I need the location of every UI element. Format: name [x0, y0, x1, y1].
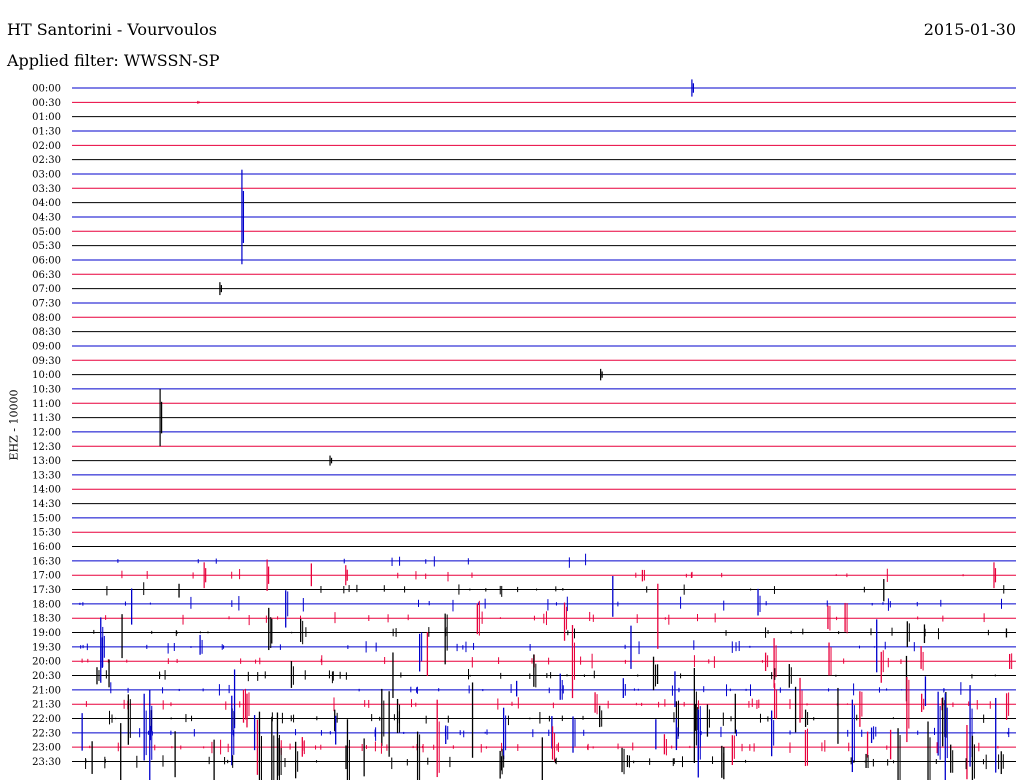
row-time-label: 04:30 [32, 212, 61, 223]
row-time-label: 13:30 [32, 470, 61, 481]
row-time-label: 14:00 [32, 485, 61, 496]
row-time-label: 21:30 [32, 700, 61, 711]
row-time-label: 23:00 [32, 743, 61, 754]
row-time-label: 10:00 [32, 370, 61, 381]
row-time-label: 06:30 [32, 270, 61, 281]
row-time-label: 00:30 [32, 98, 61, 109]
row-time-label: 22:30 [32, 728, 61, 739]
row-time-label: 18:30 [32, 614, 61, 625]
row-time-label: 12:00 [32, 427, 61, 438]
row-time-label: 14:30 [32, 499, 61, 510]
row-time-label: 20:00 [32, 657, 61, 668]
row-time-label: 19:00 [32, 628, 61, 639]
row-time-label: 13:00 [32, 456, 61, 467]
row-time-label: 05:00 [32, 227, 61, 238]
row-time-label: 07:00 [32, 284, 61, 295]
row-time-label: 05:30 [32, 241, 61, 252]
row-time-label: 16:30 [32, 556, 61, 567]
row-time-label: 08:00 [32, 313, 61, 324]
row-time-label: 03:00 [32, 169, 61, 180]
row-time-label: 11:30 [32, 413, 61, 424]
record-date: 2015-01-30 [923, 20, 1016, 39]
row-time-label: 11:00 [32, 399, 61, 410]
row-time-label: 17:00 [32, 571, 61, 582]
y-axis-label: EHZ - 10000 [7, 389, 21, 461]
row-time-label: 15:00 [32, 513, 61, 524]
seismogram-plot: 00:00 00:30 01:00 01:30 02:00 02:30 03:00 03:30… [32, 79, 1016, 780]
row-time-label: 23:30 [32, 757, 61, 768]
row-time-label: 12:30 [32, 442, 61, 453]
row-time-label: 10:30 [32, 384, 61, 395]
row-time-label: 03:30 [32, 184, 61, 195]
row-time-label: 06:00 [32, 255, 61, 266]
station-title: HT Santorini - Vourvoulos [7, 20, 217, 39]
row-time-label: 07:30 [32, 298, 61, 309]
applied-filter-label: Applied filter: WWSSN-SP [7, 51, 220, 70]
row-time-label: 22:00 [32, 714, 61, 725]
row-time-label: 01:00 [32, 112, 61, 123]
row-time-label: 20:30 [32, 671, 61, 682]
row-time-label: 16:00 [32, 542, 61, 553]
row-time-label: 02:30 [32, 155, 61, 166]
row-time-label: 08:30 [32, 327, 61, 338]
row-time-label: 09:30 [32, 356, 61, 367]
row-time-label: 09:00 [32, 341, 61, 352]
row-time-label: 18:00 [32, 599, 61, 610]
row-time-label: 04:00 [32, 198, 61, 209]
row-time-label: 15:30 [32, 528, 61, 539]
row-time-label: 01:30 [32, 126, 61, 137]
row-time-label: 00:00 [32, 84, 61, 95]
row-time-label: 02:00 [32, 141, 61, 152]
row-time-label: 21:00 [32, 685, 61, 696]
row-time-label: 17:30 [32, 585, 61, 596]
row-time-label: 19:30 [32, 642, 61, 653]
